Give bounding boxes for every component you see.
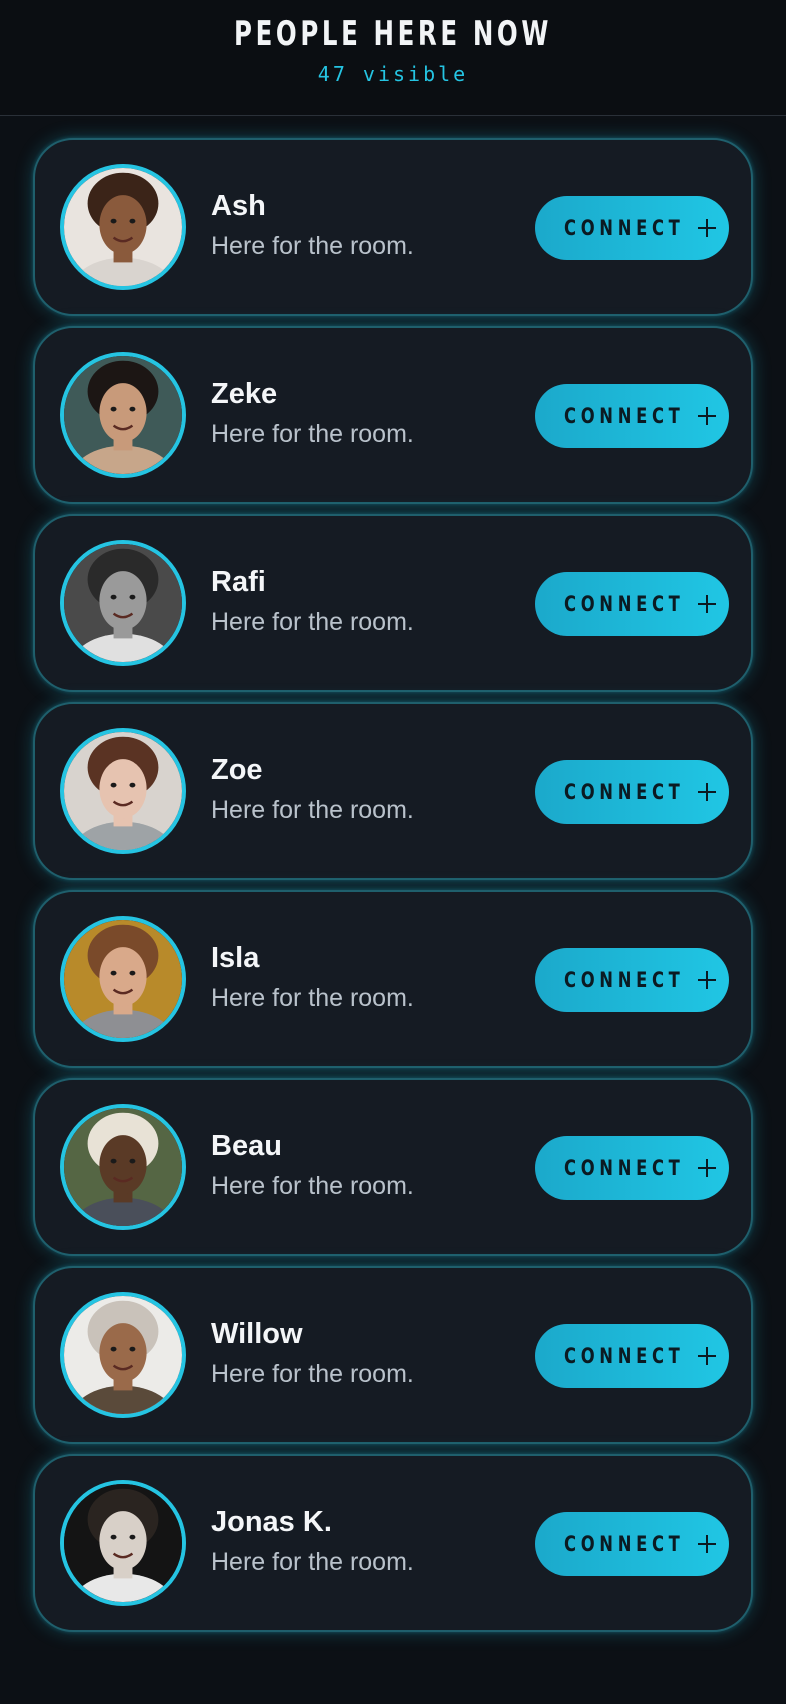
person-name: Willow (211, 1318, 303, 1350)
person-status: Here for the room. (211, 1360, 414, 1388)
person-card: Ash Here for the room. CONNECT (33, 138, 753, 316)
page-title: PEOPLE HERE NOW (234, 14, 552, 54)
person-status: Here for the room. (211, 1172, 414, 1200)
person-status: Here for the room. (211, 796, 414, 824)
person-card: Rafi Here for the room. CONNECT (33, 514, 753, 692)
person-status: Here for the room. (211, 420, 414, 448)
connect-button[interactable]: CONNECT (535, 948, 729, 1012)
woman-hood-avatar (60, 916, 186, 1042)
person-card: Isla Here for the room. CONNECT (33, 890, 753, 1068)
visible-count: 47 visible (317, 62, 469, 86)
connect-label: CONNECT (563, 1156, 685, 1180)
plus-icon (697, 594, 717, 614)
connect-button[interactable]: CONNECT (535, 1136, 729, 1200)
person-card: Zoe Here for the room. CONNECT (33, 702, 753, 880)
connect-label: CONNECT (563, 780, 685, 804)
connect-button[interactable]: CONNECT (535, 384, 729, 448)
man-eyes-closed-avatar (60, 352, 186, 478)
person-status: Here for the room. (211, 1548, 414, 1576)
woman-long-dark-hair-avatar (60, 164, 186, 290)
person-status: Here for the room. (211, 232, 414, 260)
plus-icon (697, 782, 717, 802)
person-name: Jonas K. (211, 1506, 332, 1538)
page-header: PEOPLE HERE NOW 47 visible (0, 0, 786, 116)
person-name: Isla (211, 942, 260, 974)
connect-label: CONNECT (563, 1532, 685, 1556)
man-sunglasses-bw-avatar (60, 540, 186, 666)
person-status: Here for the room. (211, 984, 414, 1012)
person-name: Ash (211, 190, 266, 222)
plus-icon (697, 970, 717, 990)
plus-icon (697, 218, 717, 238)
connect-button[interactable]: CONNECT (535, 572, 729, 636)
person-name: Zoe (211, 754, 263, 786)
person-card: Willow Here for the room. CONNECT (33, 1266, 753, 1444)
connect-label: CONNECT (563, 216, 685, 240)
connect-button[interactable]: CONNECT (535, 1324, 729, 1388)
connect-label: CONNECT (563, 1344, 685, 1368)
person-status: Here for the room. (211, 608, 414, 636)
connect-button[interactable]: CONNECT (535, 760, 729, 824)
connect-label: CONNECT (563, 404, 685, 428)
connect-button[interactable]: CONNECT (535, 196, 729, 260)
plus-icon (697, 1158, 717, 1178)
man-hat-suit-avatar (60, 1104, 186, 1230)
man-curly-hair-avatar (60, 1480, 186, 1606)
person-name: Rafi (211, 566, 266, 598)
person-card: Jonas K. Here for the room. CONNECT (33, 1454, 753, 1632)
person-card: Beau Here for the room. CONNECT (33, 1078, 753, 1256)
connect-label: CONNECT (563, 968, 685, 992)
person-card: Zeke Here for the room. CONNECT (33, 326, 753, 504)
plus-icon (697, 1534, 717, 1554)
woman-scarf-avatar (60, 728, 186, 854)
connect-button[interactable]: CONNECT (535, 1512, 729, 1576)
woman-beanie-avatar (60, 1292, 186, 1418)
plus-icon (697, 1346, 717, 1366)
person-name: Beau (211, 1130, 282, 1162)
person-name: Zeke (211, 378, 278, 410)
plus-icon (697, 406, 717, 426)
connect-label: CONNECT (563, 592, 685, 616)
